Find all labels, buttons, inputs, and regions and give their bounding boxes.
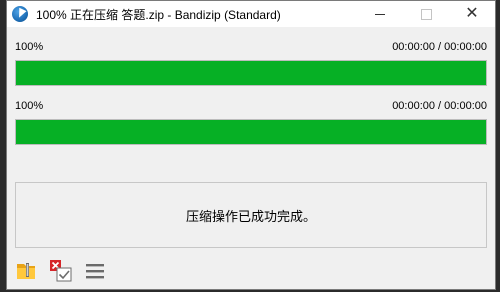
total-progress-percent: 100% [15,100,44,112]
status-message: 压缩操作已成功完成。 [185,208,316,224]
close-icon: ✕ [465,5,479,22]
status-panel: 压缩操作已成功完成。 [15,182,487,248]
menu-button[interactable] [83,259,107,283]
total-progress-header: 100% 00:00:00 / 00:00:00 [15,100,487,114]
total-progress-time: 00:00:00 / 00:00:00 [392,100,487,112]
minimize-icon [375,13,385,15]
bandizip-progress-window: 100% 正在压缩 答题.zip - Bandizip (Standard) ✕… [6,0,496,290]
open-folder-button[interactable] [15,259,39,283]
file-progress-time: 00:00:00 / 00:00:00 [392,41,487,53]
window-title: 100% 正在压缩 答题.zip - Bandizip (Standard) [36,7,281,22]
total-progress-bar [15,119,487,145]
maximize-button [403,1,449,27]
file-progress-percent: 100% [15,41,44,53]
bandizip-app-icon [12,6,28,22]
file-progress-fill [16,61,486,85]
total-progress-fill [16,120,486,144]
file-progress-header: 100% 00:00:00 / 00:00:00 [15,41,487,55]
test-archive-icon [50,260,72,282]
open-folder-icon [17,263,35,279]
test-archive-button[interactable] [49,259,73,283]
window-controls: ✕ [357,1,495,27]
close-button[interactable]: ✕ [449,1,495,27]
bottom-toolbar [15,259,117,283]
maximize-icon [420,8,432,20]
minimize-button[interactable] [357,1,403,27]
menu-icon [86,264,104,279]
title-bar[interactable]: 100% 正在压缩 答题.zip - Bandizip (Standard) ✕ [7,1,495,27]
file-progress-bar [15,60,487,86]
